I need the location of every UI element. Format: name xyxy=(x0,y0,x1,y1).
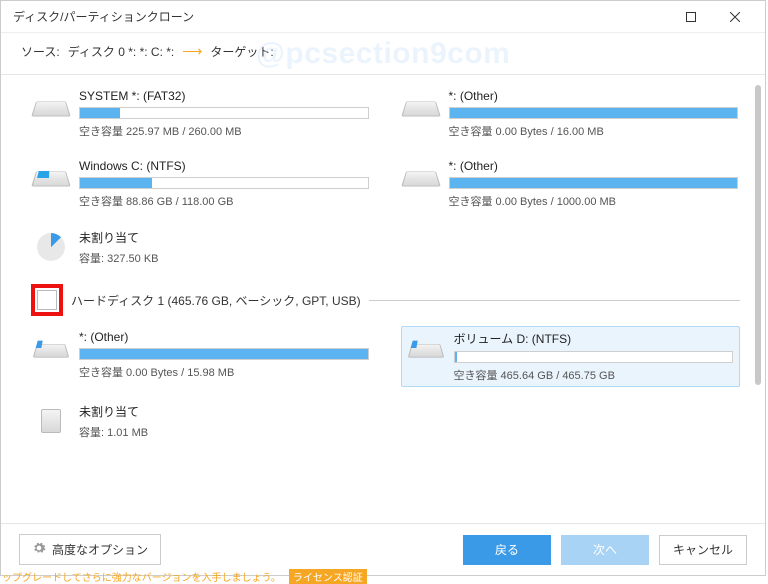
source-value: ディスク 0 *: *: C: *: xyxy=(68,43,175,60)
usage-fill xyxy=(450,108,738,118)
partition-icon xyxy=(33,405,69,435)
upgrade-strip: ップグレードしてさらに強力なバージョンを入手しましょう。 ライセンス認証 xyxy=(0,569,367,583)
partition-body: 未割り当て 容量: 327.50 KB xyxy=(79,229,369,266)
close-button[interactable] xyxy=(713,2,757,32)
partition-d1-0[interactable]: *: (Other) 空き容量 0.00 Bytes / 15.98 MB xyxy=(31,326,371,387)
partition-list: SYSTEM *: (FAT32) 空き容量 225.97 MB / 260.0… xyxy=(1,75,765,523)
partition-icon xyxy=(33,231,69,261)
partition-info: 空き容量 465.64 GB / 465.75 GB xyxy=(454,367,734,383)
divider xyxy=(369,300,740,301)
partition-top-3[interactable]: *: (Other) 空き容量 0.00 Bytes / 1000.00 MB xyxy=(401,155,741,213)
partition-info: 空き容量 0.00 Bytes / 15.98 MB xyxy=(79,364,369,380)
disk1-header: ハードディスク 1 (465.76 GB, ベーシック, GPT, USB) xyxy=(31,284,740,316)
highlight-box xyxy=(31,284,63,316)
partition-d1-2[interactable]: 未割り当て 容量: 1.01 MB xyxy=(31,399,371,444)
partition-name: ボリューム D: (NTFS) xyxy=(454,330,734,347)
partition-body: SYSTEM *: (FAT32) 空き容量 225.97 MB / 260.0… xyxy=(79,89,369,139)
dialog-window: ディスク/パーティションクローン @pcsection9com ソース: ディス… xyxy=(0,0,766,576)
partition-top-2[interactable]: Windows C: (NTFS) 空き容量 88.86 GB / 118.00… xyxy=(31,155,371,213)
partition-top-0[interactable]: SYSTEM *: (FAT32) 空き容量 225.97 MB / 260.0… xyxy=(31,85,371,143)
next-button[interactable]: 次へ xyxy=(561,535,649,565)
usage-fill xyxy=(455,352,458,362)
partition-name: 未割り当て xyxy=(79,403,369,420)
watermark: @pcsection9com xyxy=(256,37,511,71)
partition-name: *: (Other) xyxy=(449,159,739,173)
license-tag[interactable]: ライセンス認証 xyxy=(289,569,367,584)
source-target-bar: @pcsection9com ソース: ディスク 0 *: *: C: *: ⟶… xyxy=(1,33,765,75)
partition-d1-1[interactable]: ボリューム D: (NTFS) 空き容量 465.64 GB / 465.75 … xyxy=(401,326,741,387)
partition-top-1[interactable]: *: (Other) 空き容量 0.00 Bytes / 16.00 MB xyxy=(401,85,741,143)
window-title: ディスク/パーティションクローン xyxy=(9,8,669,25)
maximize-button[interactable] xyxy=(669,2,713,32)
usage-fill xyxy=(80,349,368,359)
usage-fill xyxy=(80,178,152,188)
square-icon xyxy=(686,12,696,22)
disk1-checkbox[interactable] xyxy=(37,290,57,310)
gear-icon xyxy=(32,541,46,558)
usage-bar xyxy=(79,107,369,119)
footer: 高度なオプション 戻る 次へ キャンセル xyxy=(1,523,765,575)
partition-icon xyxy=(33,161,69,191)
partition-body: *: (Other) 空き容量 0.00 Bytes / 15.98 MB xyxy=(79,330,369,383)
partition-icon xyxy=(403,91,439,121)
back-button[interactable]: 戻る xyxy=(463,535,551,565)
upgrade-text: ップグレードしてさらに強力なバージョンを入手しましょう。 xyxy=(2,569,281,584)
partition-info: 空き容量 88.86 GB / 118.00 GB xyxy=(79,193,369,209)
disk1-label: ハードディスク 1 (465.76 GB, ベーシック, GPT, USB) xyxy=(71,292,361,309)
partition-body: *: (Other) 空き容量 0.00 Bytes / 1000.00 MB xyxy=(449,159,739,209)
advanced-options-button[interactable]: 高度なオプション xyxy=(19,534,161,565)
partition-name: 未割り当て xyxy=(79,229,369,246)
titlebar: ディスク/パーティションクローン xyxy=(1,1,765,33)
partition-body: 未割り当て 容量: 1.01 MB xyxy=(79,403,369,440)
target-label: ターゲット: xyxy=(210,43,273,60)
usage-bar xyxy=(79,177,369,189)
partition-name: *: (Other) xyxy=(79,330,369,344)
usage-bar xyxy=(449,107,739,119)
partition-name: *: (Other) xyxy=(449,89,739,103)
partition-info: 容量: 327.50 KB xyxy=(79,250,369,266)
partition-info: 容量: 1.01 MB xyxy=(79,424,369,440)
usage-bar xyxy=(79,348,369,360)
partition-name: SYSTEM *: (FAT32) xyxy=(79,89,369,103)
scrollbar-thumb[interactable] xyxy=(755,85,761,385)
partition-icon xyxy=(33,332,69,362)
partition-icon xyxy=(33,91,69,121)
advanced-label: 高度なオプション xyxy=(52,541,148,558)
cancel-button[interactable]: キャンセル xyxy=(659,535,747,565)
partition-body: Windows C: (NTFS) 空き容量 88.86 GB / 118.00… xyxy=(79,159,369,209)
usage-fill xyxy=(80,108,120,118)
partition-name: Windows C: (NTFS) xyxy=(79,159,369,173)
close-icon xyxy=(730,12,740,22)
arrow-right-icon: ⟶ xyxy=(182,43,202,60)
partition-info: 空き容量 0.00 Bytes / 1000.00 MB xyxy=(449,193,739,209)
partition-body: *: (Other) 空き容量 0.00 Bytes / 16.00 MB xyxy=(449,89,739,139)
partition-info: 空き容量 225.97 MB / 260.00 MB xyxy=(79,123,369,139)
partition-body: ボリューム D: (NTFS) 空き容量 465.64 GB / 465.75 … xyxy=(454,330,734,383)
partition-icon xyxy=(403,161,439,191)
usage-bar xyxy=(454,351,734,363)
usage-fill xyxy=(450,178,738,188)
partition-top-4[interactable]: 未割り当て 容量: 327.50 KB xyxy=(31,225,371,270)
partition-info: 空き容量 0.00 Bytes / 16.00 MB xyxy=(449,123,739,139)
source-label: ソース: xyxy=(21,43,60,60)
usage-bar xyxy=(449,177,739,189)
partition-icon xyxy=(408,332,444,362)
